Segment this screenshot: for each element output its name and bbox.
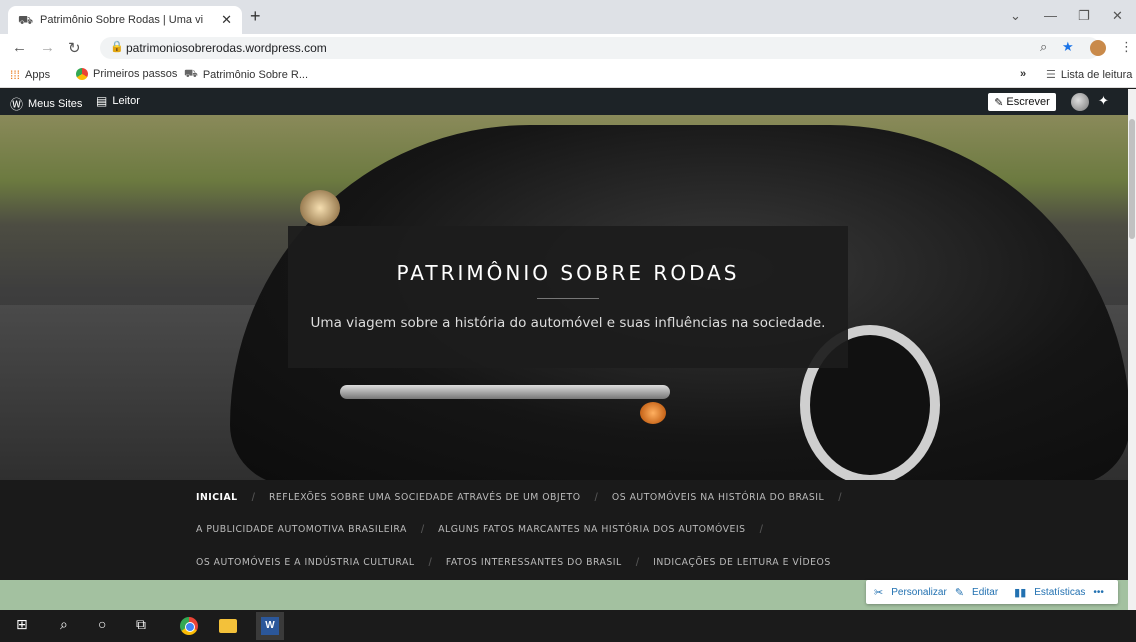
wp-admin-bar: Ⓦ Meus Sites ▤ Leitor ✎ Escrever ✦: [0, 89, 1136, 115]
new-tab-button[interactable]: +: [250, 6, 261, 27]
stats-bar-icon: ▮▮: [1014, 586, 1027, 599]
bookmark-apps[interactable]: ⁞⁞⁞ Apps: [10, 68, 50, 82]
car-headlight: [300, 190, 340, 226]
address-bar[interactable]: 🔒 patrimoniosobrerodas.wordpress.com: [100, 37, 1100, 59]
write-button[interactable]: ✎ Escrever: [988, 93, 1056, 111]
reader-icon: ▤: [96, 94, 108, 108]
my-sites-button[interactable]: Ⓦ Meus Sites: [10, 94, 82, 113]
edit-button[interactable]: Editar: [972, 587, 998, 598]
main-navigation: INICIAL / REFLEXÕES SOBRE UMA SOCIEDADE …: [0, 480, 1128, 580]
menu-item-automoveis-historia-brasil[interactable]: OS AUTOMÓVEIS NA HISTÓRIA DO BRASIL: [612, 492, 824, 503]
close-tab-icon[interactable]: ✕: [221, 12, 232, 28]
menu-item-inicial[interactable]: INICIAL: [196, 492, 238, 503]
menu-item-fatos-marcantes[interactable]: ALGUNS FATOS MARCANTES NA HISTÓRIA DOS A…: [438, 524, 745, 535]
site-title[interactable]: PATRIMÔNIO SOBRE RODAS: [288, 261, 848, 285]
profile-avatar[interactable]: [1090, 40, 1106, 56]
menu-row-1: INICIAL / REFLEXÕES SOBRE UMA SOCIEDADE …: [196, 490, 856, 504]
bookmark-patrimonio[interactable]: ⛟ Patrimônio Sobre R...: [184, 68, 308, 82]
chrome-icon: [76, 68, 88, 80]
tab-title: Patrimônio Sobre Rodas | Uma vi: [40, 14, 204, 26]
menu-separator: /: [420, 522, 425, 536]
page-scrollbar[interactable]: [1128, 89, 1136, 610]
reader-label: Leitor: [112, 95, 140, 107]
reader-button[interactable]: ▤ Leitor: [96, 94, 140, 108]
title-divider: [537, 298, 599, 299]
menu-separator: /: [251, 490, 255, 504]
menu-item-publicidade[interactable]: A PUBLICIDADE AUTOMOTIVA BRASILEIRA: [196, 524, 407, 535]
browser-tab[interactable]: ⛟ Patrimônio Sobre Rodas | Uma vi ✕: [8, 6, 242, 34]
windows-taskbar: ⊞ ⌕ ○ ⧉ W: [0, 610, 1136, 642]
more-bookmarks-icon[interactable]: »: [1020, 68, 1026, 80]
menu-separator: /: [635, 555, 640, 569]
customize-button[interactable]: Personalizar: [891, 587, 947, 598]
reload-icon[interactable]: ↻: [68, 39, 81, 57]
reading-list-label: Lista de leitura: [1060, 68, 1133, 81]
close-window-button[interactable]: ✕: [1112, 8, 1123, 24]
cortana-icon[interactable]: ○: [98, 616, 106, 632]
lock-icon[interactable]: 🔒: [110, 40, 124, 53]
scrollbar-thumb[interactable]: [1129, 119, 1135, 239]
bookmark-label: Patrimônio Sobre R...: [202, 69, 308, 81]
word-taskbar-button[interactable]: W: [256, 612, 284, 640]
menu-separator: /: [759, 522, 763, 536]
reading-list-icon: ☰: [1046, 69, 1056, 81]
car-turn-signal: [640, 402, 666, 424]
site-favicon-icon: ⛟: [184, 68, 198, 80]
site-title-box: PATRIMÔNIO SOBRE RODAS Uma viagem sobre …: [288, 226, 848, 368]
my-sites-label: Meus Sites: [28, 97, 83, 110]
wordpress-logo-icon: Ⓦ: [10, 97, 24, 112]
car-bumper: [340, 385, 670, 399]
back-icon[interactable]: ←: [12, 39, 27, 56]
menu-item-fatos-interessantes[interactable]: FATOS INTERESSANTES DO BRASIL: [446, 557, 622, 568]
search-icon[interactable]: ⌕: [60, 616, 68, 633]
notifications-icon[interactable]: ✦: [1098, 93, 1109, 109]
menu-separator: /: [594, 490, 598, 504]
address-toolbar: ← → ↻ 🔒 patrimoniosobrerodas.wordpress.c…: [0, 34, 1136, 62]
site-tagline: Uma viagem sobre a história do automóvel…: [310, 315, 826, 331]
bookmark-primeiros-passos[interactable]: Primeiros passos: [76, 68, 177, 80]
more-options-button[interactable]: •••: [1093, 587, 1104, 598]
user-avatar[interactable]: [1071, 93, 1089, 111]
maximize-button[interactable]: ❐: [1078, 8, 1090, 24]
apps-grid-icon: ⁞⁞⁞: [10, 68, 21, 82]
forward-icon[interactable]: →: [40, 39, 55, 56]
chrome-taskbar-icon[interactable]: [180, 617, 198, 635]
menu-row-3: OS AUTOMÓVEIS E A INDÚSTRIA CULTURAL / F…: [196, 555, 831, 569]
reading-list-button[interactable]: ☰ Lista de leitura: [1046, 68, 1133, 82]
footer-tools-bar: ✂ Personalizar ✎ Editar ▮▮ Estatísticas …: [866, 580, 1118, 604]
task-view-icon[interactable]: ⧉: [136, 616, 146, 633]
file-explorer-icon[interactable]: [219, 619, 237, 633]
bookmark-label: Apps: [25, 69, 51, 81]
minimize-button[interactable]: —: [1044, 8, 1057, 23]
zoom-icon[interactable]: ⌕: [1040, 39, 1047, 55]
write-label: Escrever: [1006, 96, 1050, 108]
bookmark-label: Primeiros passos: [93, 68, 178, 80]
bookmark-star-icon[interactable]: ★: [1062, 39, 1074, 55]
menu-item-industria-cultural[interactable]: OS AUTOMÓVEIS E A INDÚSTRIA CULTURAL: [196, 557, 415, 568]
url-text: patrimoniosobrerodas.wordpress.com: [126, 41, 327, 55]
edit-pencil-icon: ✎: [954, 586, 965, 599]
customize-icon: ✂: [874, 586, 884, 599]
bookmarks-bar: ⁞⁞⁞ Apps Primeiros passos ⛟ Patrimônio S…: [0, 62, 1136, 88]
stats-button[interactable]: Estatísticas: [1034, 587, 1085, 598]
browser-tab-strip: ⛟ Patrimônio Sobre Rodas | Uma vi ✕ + ⌄ …: [0, 0, 1136, 34]
menu-separator: /: [838, 490, 842, 504]
windows-start-icon[interactable]: ⊞: [16, 616, 28, 633]
word-icon: W: [261, 617, 279, 635]
browser-menu-icon[interactable]: ⋮: [1120, 39, 1133, 55]
menu-row-2: A PUBLICIDADE AUTOMOTIVA BRASILEIRA / AL…: [196, 522, 777, 536]
menu-item-reflexoes[interactable]: REFLEXÕES SOBRE UMA SOCIEDADE ATRAVÉS DE…: [269, 492, 581, 503]
site-favicon-icon: ⛟: [18, 13, 34, 27]
pen-icon: ✎: [994, 96, 1004, 109]
menu-separator: /: [428, 555, 432, 569]
menu-item-indicacoes[interactable]: INDICAÇÕES DE LEITURA E VÍDEOS: [653, 557, 831, 568]
tab-search-icon[interactable]: ⌄: [1010, 8, 1021, 24]
